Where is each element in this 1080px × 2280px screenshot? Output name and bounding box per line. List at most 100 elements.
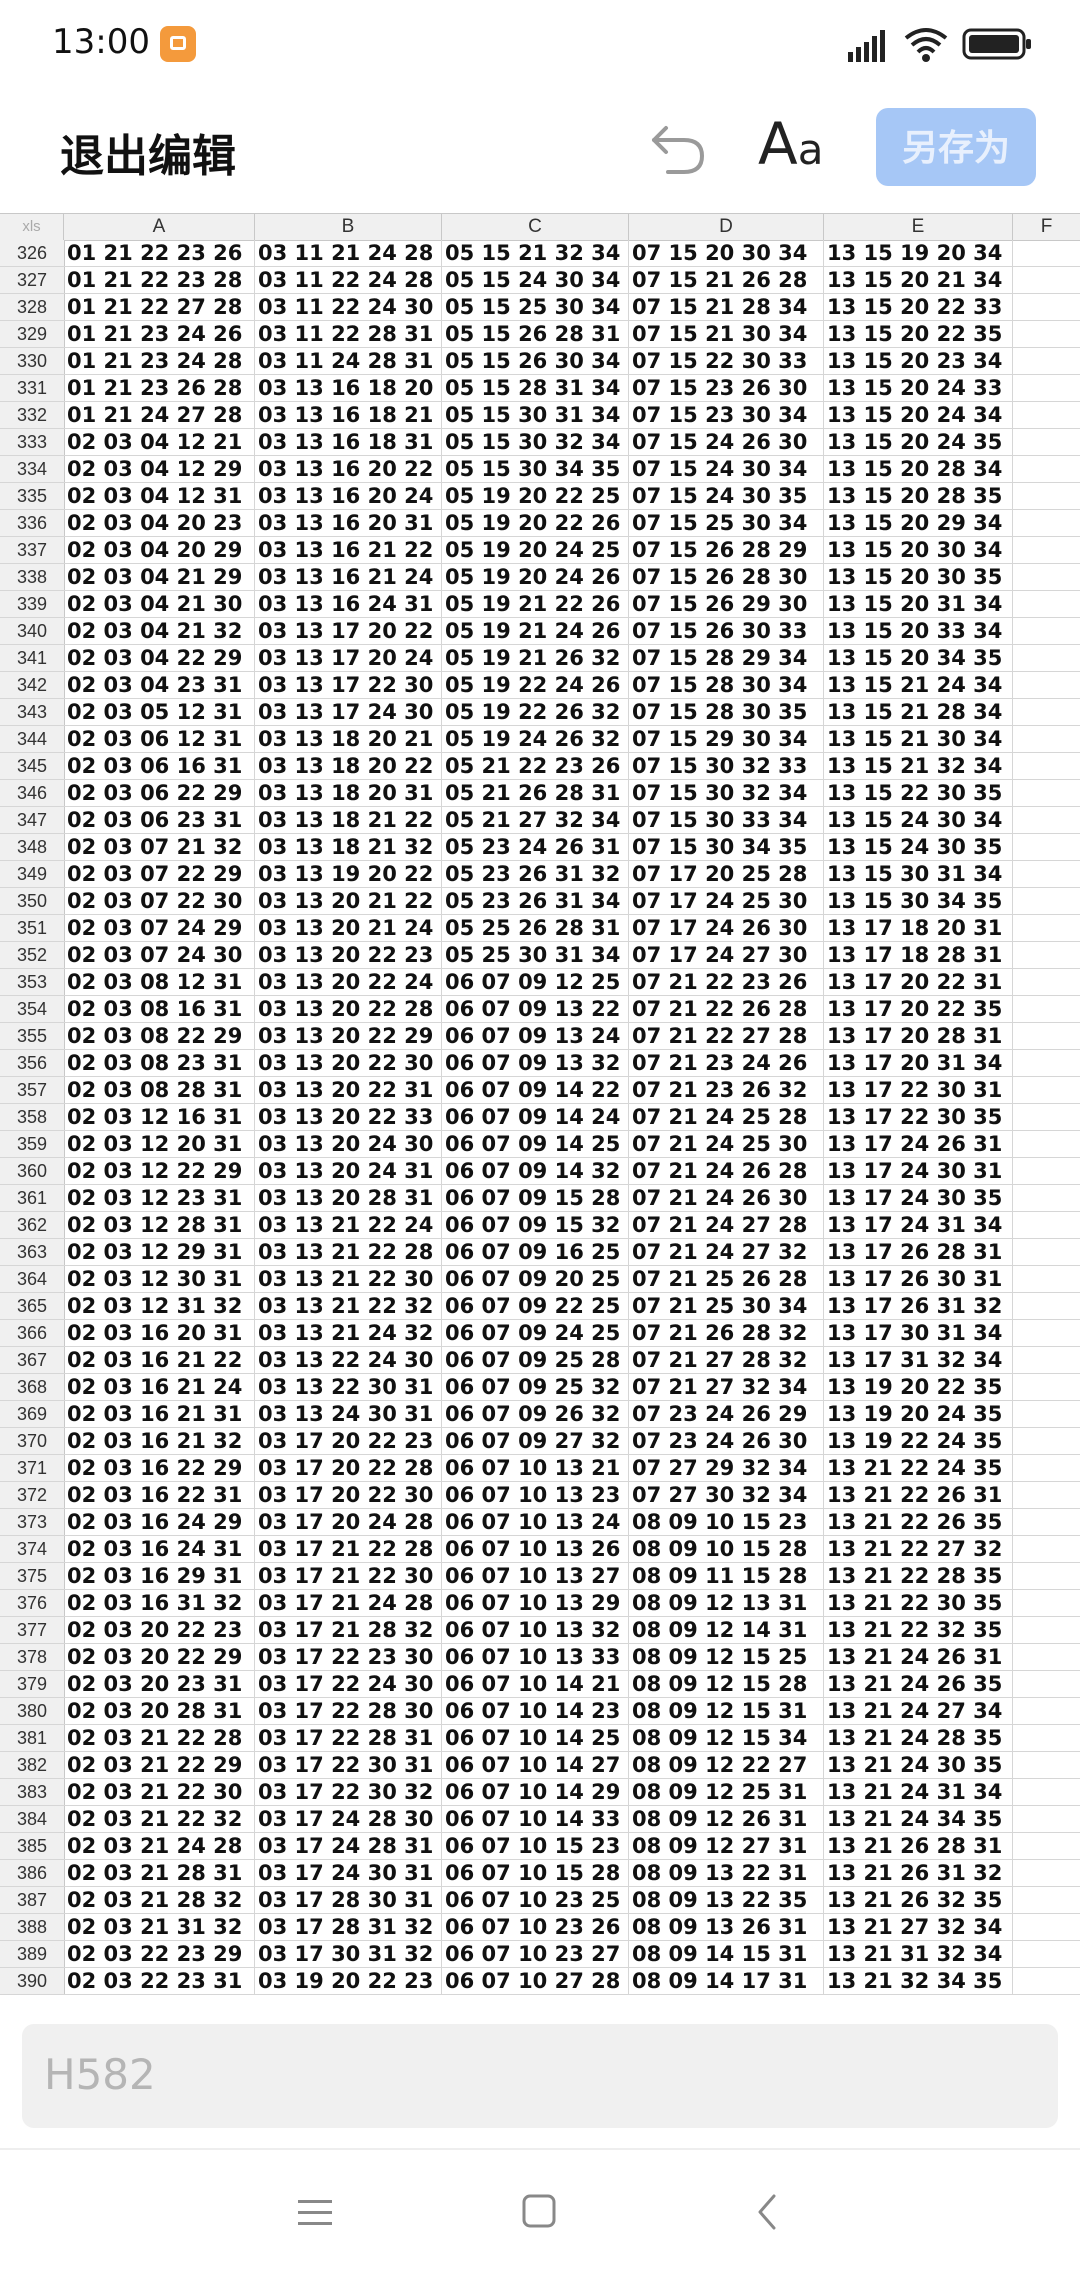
row-number[interactable]: 360 (0, 1158, 65, 1184)
table-cell-empty[interactable] (1013, 1833, 1080, 1859)
row-number[interactable]: 351 (0, 915, 65, 941)
table-cell[interactable]: 03 13 18 20 21 (255, 726, 442, 752)
table-cell-empty[interactable] (1013, 375, 1080, 401)
table-cell[interactable]: 03 13 16 18 21 (255, 402, 442, 428)
table-cell-empty[interactable] (1013, 753, 1080, 779)
table-cell[interactable]: 02 03 16 29 31 (64, 1563, 255, 1589)
table-cell[interactable]: 03 17 24 28 31 (255, 1833, 442, 1859)
exit-edit-button[interactable]: 退出编辑 (60, 120, 236, 184)
table-cell[interactable]: 07 21 24 27 32 (629, 1239, 824, 1265)
row-number[interactable]: 338 (0, 564, 65, 590)
table-cell-empty[interactable] (1013, 1401, 1080, 1427)
row-number[interactable]: 367 (0, 1347, 65, 1373)
row-number[interactable]: 382 (0, 1752, 65, 1778)
table-cell[interactable]: 02 03 21 31 32 (64, 1914, 255, 1940)
table-cell[interactable]: 02 03 04 12 29 (64, 456, 255, 482)
table-cell[interactable]: 06 07 10 14 25 (442, 1725, 629, 1751)
table-cell-empty[interactable] (1013, 942, 1080, 968)
table-cell[interactable]: 07 15 28 30 34 (629, 672, 824, 698)
table-cell[interactable]: 13 15 20 31 34 (824, 591, 1013, 617)
table-cell[interactable]: 13 15 24 30 34 (824, 807, 1013, 833)
table-cell[interactable]: 07 21 24 25 28 (629, 1104, 824, 1130)
table-cell[interactable]: 02 03 16 21 32 (64, 1428, 255, 1454)
table-cell[interactable]: 07 17 24 26 30 (629, 915, 824, 941)
table-cell[interactable]: 05 25 30 31 34 (442, 942, 629, 968)
table-cell-empty[interactable] (1013, 591, 1080, 617)
table-cell[interactable]: 07 23 24 26 30 (629, 1428, 824, 1454)
table-cell[interactable]: 13 15 30 34 35 (824, 888, 1013, 914)
table-cell[interactable]: 08 09 12 15 34 (629, 1725, 824, 1751)
row-number[interactable]: 368 (0, 1374, 65, 1400)
table-cell[interactable]: 03 17 24 28 30 (255, 1806, 442, 1832)
table-cell[interactable]: 05 15 30 32 34 (442, 429, 629, 455)
row-number[interactable]: 387 (0, 1887, 65, 1913)
table-cell[interactable]: 01 21 22 23 28 (64, 267, 255, 293)
table-cell[interactable]: 03 17 22 24 30 (255, 1671, 442, 1697)
table-cell[interactable]: 13 21 22 28 35 (824, 1563, 1013, 1589)
table-cell[interactable]: 06 07 10 23 27 (442, 1941, 629, 1967)
table-cell[interactable]: 05 15 26 28 31 (442, 321, 629, 347)
table-cell-empty[interactable] (1013, 1860, 1080, 1886)
table-cell[interactable]: 02 03 21 22 32 (64, 1806, 255, 1832)
table-cell[interactable]: 07 21 26 28 32 (629, 1320, 824, 1346)
row-number[interactable]: 363 (0, 1239, 65, 1265)
table-cell[interactable]: 06 07 09 14 32 (442, 1158, 629, 1184)
table-cell[interactable]: 02 03 04 21 29 (64, 564, 255, 590)
table-cell[interactable]: 07 21 22 23 26 (629, 969, 824, 995)
table-cell-empty[interactable] (1013, 780, 1080, 806)
table-cell[interactable]: 05 19 20 24 26 (442, 564, 629, 590)
table-cell[interactable]: 02 03 20 28 31 (64, 1698, 255, 1724)
table-cell[interactable]: 03 13 21 22 32 (255, 1293, 442, 1319)
table-cell[interactable]: 01 21 24 27 28 (64, 402, 255, 428)
table-cell-empty[interactable] (1013, 1779, 1080, 1805)
home-icon[interactable] (520, 2192, 560, 2232)
table-cell[interactable]: 03 17 22 28 30 (255, 1698, 442, 1724)
table-cell-empty[interactable] (1013, 1887, 1080, 1913)
table-cell[interactable]: 02 03 16 20 31 (64, 1320, 255, 1346)
row-number[interactable]: 326 (0, 240, 65, 266)
table-cell[interactable]: 13 21 22 26 31 (824, 1482, 1013, 1508)
table-cell[interactable]: 13 15 30 31 34 (824, 861, 1013, 887)
table-cell[interactable]: 08 09 12 14 31 (629, 1617, 824, 1643)
table-cell[interactable]: 08 09 12 26 31 (629, 1806, 824, 1832)
row-number[interactable]: 375 (0, 1563, 65, 1589)
table-cell[interactable]: 03 17 21 24 28 (255, 1590, 442, 1616)
table-cell[interactable]: 06 07 09 24 25 (442, 1320, 629, 1346)
table-cell[interactable]: 13 21 22 32 35 (824, 1617, 1013, 1643)
table-cell-empty[interactable] (1013, 1482, 1080, 1508)
table-cell[interactable]: 13 17 18 28 31 (824, 942, 1013, 968)
sheet-corner[interactable]: xls (0, 214, 64, 240)
table-cell[interactable]: 03 17 24 30 31 (255, 1860, 442, 1886)
table-cell[interactable]: 03 17 20 22 30 (255, 1482, 442, 1508)
table-cell[interactable]: 03 13 16 18 31 (255, 429, 442, 455)
table-cell[interactable]: 06 07 10 23 26 (442, 1914, 629, 1940)
table-cell[interactable]: 06 07 09 13 24 (442, 1023, 629, 1049)
table-cell[interactable]: 03 13 20 22 28 (255, 996, 442, 1022)
column-header-e[interactable]: E (824, 214, 1013, 240)
table-cell[interactable]: 02 03 04 22 29 (64, 645, 255, 671)
table-cell[interactable]: 06 07 09 16 25 (442, 1239, 629, 1265)
column-header-a[interactable]: A (64, 214, 255, 240)
row-number[interactable]: 336 (0, 510, 65, 536)
table-cell[interactable]: 06 07 09 27 32 (442, 1428, 629, 1454)
table-cell[interactable]: 06 07 10 13 26 (442, 1536, 629, 1562)
table-cell-empty[interactable] (1013, 1590, 1080, 1616)
table-cell[interactable]: 13 15 20 23 34 (824, 348, 1013, 374)
table-cell-empty[interactable] (1013, 861, 1080, 887)
table-cell[interactable]: 03 17 22 28 31 (255, 1725, 442, 1751)
table-cell[interactable]: 03 11 22 24 28 (255, 267, 442, 293)
row-number[interactable]: 354 (0, 996, 65, 1022)
table-cell[interactable]: 02 03 07 21 32 (64, 834, 255, 860)
row-number[interactable]: 342 (0, 672, 65, 698)
table-cell[interactable]: 02 03 16 24 29 (64, 1509, 255, 1535)
table-cell-empty[interactable] (1013, 672, 1080, 698)
table-cell[interactable]: 06 07 09 14 24 (442, 1104, 629, 1130)
table-cell[interactable]: 13 21 24 31 34 (824, 1779, 1013, 1805)
table-cell-empty[interactable] (1013, 1239, 1080, 1265)
row-number[interactable]: 374 (0, 1536, 65, 1562)
undo-icon[interactable] (648, 114, 708, 180)
row-number[interactable]: 384 (0, 1806, 65, 1832)
table-cell[interactable]: 07 21 27 32 34 (629, 1374, 824, 1400)
table-cell[interactable]: 13 17 24 30 35 (824, 1185, 1013, 1211)
table-cell[interactable]: 03 13 20 22 31 (255, 1077, 442, 1103)
